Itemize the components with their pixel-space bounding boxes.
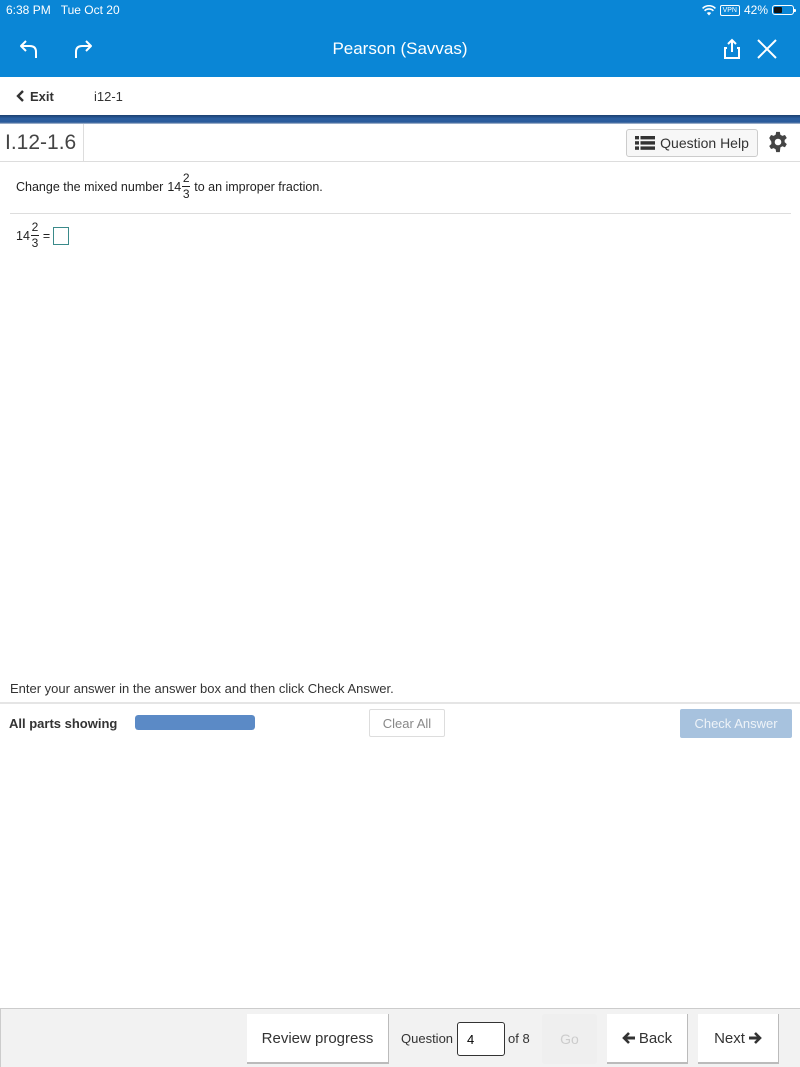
review-progress-button[interactable]: Review progress: [247, 1014, 389, 1064]
status-date: Tue Oct 20: [60, 3, 120, 17]
fraction-numerator: 2: [182, 171, 190, 185]
status-bar: 6:38 PM Tue Oct 20 VPN 42%: [0, 0, 800, 20]
redo-icon[interactable]: [68, 34, 98, 64]
equals-sign: =: [42, 228, 51, 243]
check-answer-button[interactable]: Check Answer: [680, 709, 792, 738]
battery-percent: 42%: [743, 3, 768, 17]
question-total: of 8: [508, 1031, 530, 1046]
exit-button[interactable]: Exit: [16, 89, 54, 104]
header-divider: [0, 115, 800, 124]
nav-bar: Exit i12-1: [0, 77, 800, 115]
prompt-after: to an improper fraction.: [194, 179, 323, 194]
instruction-text: Enter your answer in the answer box and …: [10, 681, 394, 696]
share-icon[interactable]: [717, 34, 747, 64]
back-button[interactable]: Back: [607, 1014, 688, 1064]
answer-whole: 14: [16, 228, 30, 243]
answer-numerator: 2: [31, 220, 39, 234]
clear-all-button[interactable]: Clear All: [369, 709, 445, 737]
parts-progress-fill: [135, 715, 255, 730]
question-prompt: Change the mixed number 14 2 3 to an imp…: [16, 172, 323, 201]
question-help-label: Question Help: [660, 135, 749, 151]
arrow-right-icon: [748, 1032, 762, 1044]
go-button[interactable]: Go: [542, 1014, 597, 1064]
mixed-fraction: 2 3: [182, 171, 191, 201]
footer-nav: Review progress Question of 8 Go Back Ne…: [0, 1008, 800, 1067]
answer-line: 14 2 3 =: [16, 220, 70, 250]
answer-input[interactable]: [53, 226, 70, 245]
question-help-button[interactable]: Question Help: [626, 129, 758, 157]
breadcrumb: i12-1: [94, 88, 123, 104]
question-divider: [10, 213, 791, 214]
arrow-left-icon: [621, 1032, 635, 1044]
battery-fill: [774, 7, 782, 13]
fraction-denominator: 3: [182, 187, 190, 201]
gear-icon[interactable]: [767, 131, 789, 153]
back-label: Back: [638, 1029, 673, 1047]
next-label: Next: [714, 1029, 745, 1047]
next-button[interactable]: Next: [698, 1014, 779, 1064]
parts-progress-bar: [135, 715, 255, 730]
app-bar: Pearson (Savvas): [0, 20, 800, 77]
all-parts-label: All parts showing: [9, 716, 118, 731]
close-icon[interactable]: [752, 34, 782, 64]
question-header: I.12-1.6 Question Help: [0, 124, 800, 162]
status-time: 6:38 PM: [6, 3, 51, 17]
mixed-whole: 14: [167, 179, 182, 194]
vpn-badge: VPN: [719, 4, 740, 16]
answer-fraction: 2 3: [30, 220, 39, 250]
question-label: Question: [401, 1031, 454, 1046]
prompt-before: Change the mixed number: [16, 179, 164, 194]
wifi-icon: [701, 4, 716, 15]
question-id: I.12-1.6: [0, 124, 84, 161]
battery-icon: [772, 5, 796, 15]
list-icon: [635, 136, 656, 150]
undo-icon[interactable]: [14, 34, 44, 64]
controls-divider: [0, 702, 800, 704]
answer-denominator: 3: [31, 236, 39, 250]
app-title: Pearson (Savvas): [332, 38, 468, 58]
exit-label: Exit: [30, 88, 54, 104]
chevron-left-icon: [16, 90, 24, 102]
question-number-input[interactable]: [457, 1022, 505, 1056]
